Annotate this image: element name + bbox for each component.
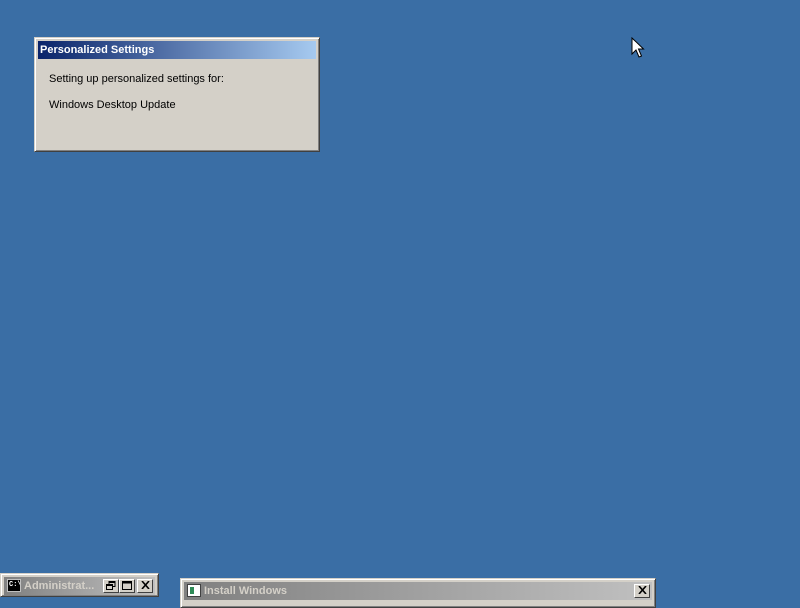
maximize-button[interactable] [119, 579, 135, 593]
install-windows-window[interactable]: Install Windows [180, 578, 656, 608]
close-icon [140, 581, 150, 589]
personalized-settings-window[interactable]: Personalized Settings Setting up persona… [34, 37, 320, 152]
window-title: Personalized Settings [40, 44, 155, 56]
install-windows-titlebar[interactable]: Install Windows [184, 582, 652, 600]
close-button[interactable] [137, 579, 153, 593]
status-text: Setting up personalized settings for: [49, 73, 224, 85]
restore-button[interactable] [103, 579, 119, 593]
restore-icon [106, 581, 116, 590]
cmd-icon[interactable]: C:\ [7, 579, 21, 592]
desktop[interactable]: Personalized Settings Setting up persona… [0, 0, 800, 608]
close-icon [637, 586, 647, 594]
mouse-cursor-icon [631, 37, 645, 58]
window-title: Administrat... [24, 580, 95, 592]
setup-icon[interactable] [187, 584, 201, 597]
close-button[interactable] [634, 584, 650, 598]
window-title: Install Windows [204, 585, 288, 597]
component-name: Windows Desktop Update [49, 99, 176, 111]
maximize-icon [122, 581, 132, 590]
cmd-titlebar[interactable]: C:\ Administrat... [4, 577, 155, 595]
cmd-minimized-window[interactable]: C:\ Administrat... [0, 573, 159, 597]
personalized-settings-titlebar[interactable]: Personalized Settings [38, 41, 316, 59]
